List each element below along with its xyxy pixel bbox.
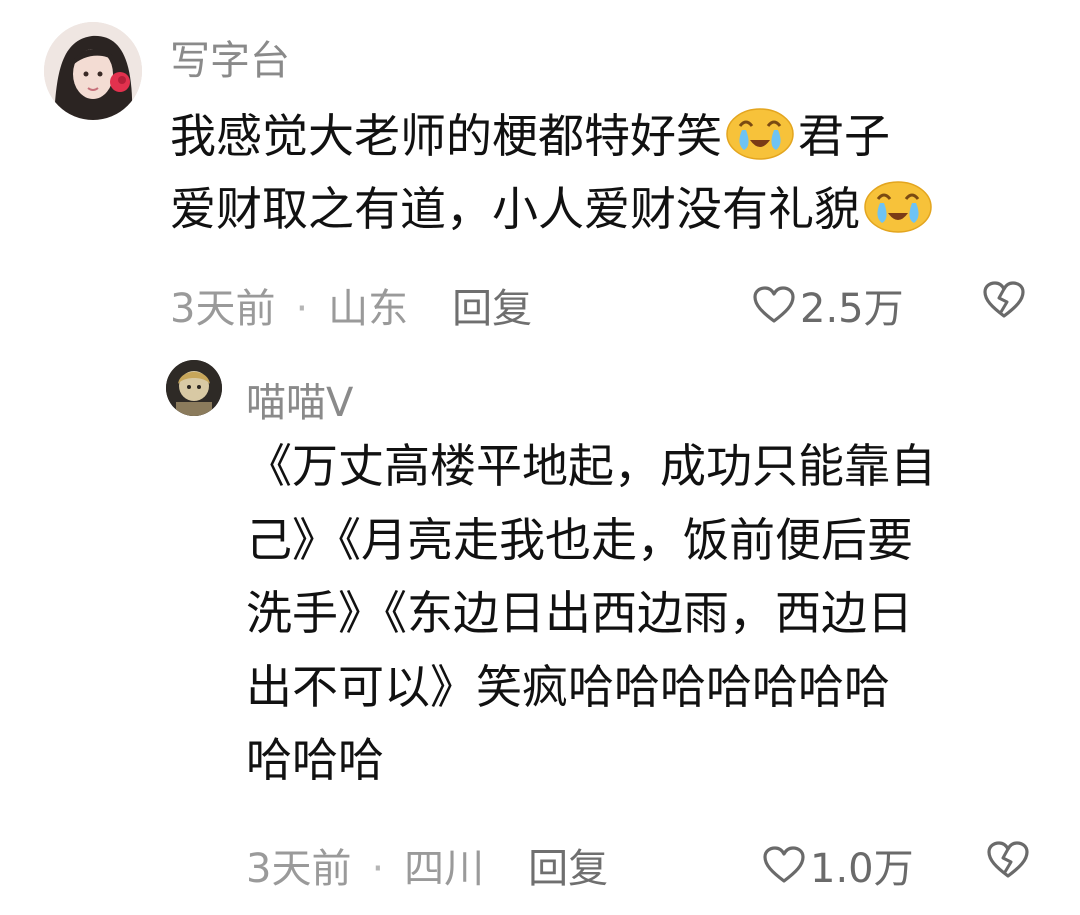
reply-text-line: 《万丈高楼平地起，成功只能靠自 (246, 439, 936, 493)
dislike-button[interactable] (982, 280, 1026, 324)
comment-text-segment: 我感觉大老师的梗都特好笑 (170, 109, 722, 163)
comment-username[interactable]: 写字台 (170, 28, 290, 86)
broken-heart-icon (987, 841, 1029, 878)
comment-location: 山东 (328, 286, 409, 332)
comment-text-line-2: 爱财取之有道，小人爱财没有礼貌 (170, 173, 1030, 246)
like-button[interactable]: 1.0万 (762, 836, 914, 894)
reply-time: 3天前 (246, 846, 352, 892)
comment-text-segment: 爱财取之有道，小人爱财没有礼貌 (170, 181, 860, 236)
laugh-cry-emoji-icon (864, 180, 932, 233)
reply-button[interactable]: 回复 (452, 286, 532, 332)
comment-text-segment: 君子 (798, 109, 890, 163)
reply-username[interactable]: 喵喵V (246, 370, 353, 428)
heart-outline-icon (753, 286, 795, 323)
reply-location: 四川 (404, 846, 485, 892)
like-button[interactable]: 2.5万 (752, 276, 904, 334)
comment-time: 3天前 (170, 286, 276, 332)
avatar-miaomiao[interactable] (166, 360, 222, 416)
dislike-button[interactable] (986, 840, 1030, 884)
like-count: 1.0万 (810, 846, 914, 892)
reply-text-line: 哈哈哈 (246, 733, 384, 788)
comment-text-line-1: 我感觉大老师的梗都特好笑 君子 (170, 100, 1030, 173)
heart-outline-icon (763, 846, 805, 883)
meta-separator: · (295, 286, 309, 332)
laugh-cry-emoji-icon (726, 108, 794, 160)
comment-meta: 3天前 · 山东 回复 (170, 276, 532, 334)
reply-button[interactable]: 回复 (528, 846, 608, 892)
comment-reply: 喵喵V 《万丈高楼平地起，成功只能靠自 己》《月亮走我也走，饭前便后要 洗手》《… (0, 340, 1080, 915)
avatar-xiezitai[interactable] (44, 22, 142, 120)
comment-text: 我感觉大老师的梗都特好笑 君子 爱财取之有道，小人爱财没有礼貌 (170, 100, 1030, 245)
avatar-image (44, 22, 142, 120)
reply-meta: 3天前 · 四川 回复 (246, 836, 608, 894)
comment-top: 写字台 我感觉大老师的梗都特好笑 君子 爱财取之有道，小人爱财没有礼貌 3天前 … (0, 0, 1080, 340)
reply-text-line: 出不可以》笑疯哈哈哈哈哈哈哈 (246, 659, 890, 714)
like-count: 2.5万 (800, 286, 904, 332)
reply-text-line: 洗手》《东边日出西边雨，西边日 (246, 586, 913, 641)
reply-text: 《万丈高楼平地起，成功只能靠自 己》《月亮走我也走，饭前便后要 洗手》《东边日出… (246, 430, 1046, 798)
avatar-image (166, 360, 222, 416)
meta-separator: · (371, 846, 385, 892)
broken-heart-icon (983, 281, 1025, 318)
reply-text-line: 己》《月亮走我也走，饭前便后要 (246, 512, 913, 567)
